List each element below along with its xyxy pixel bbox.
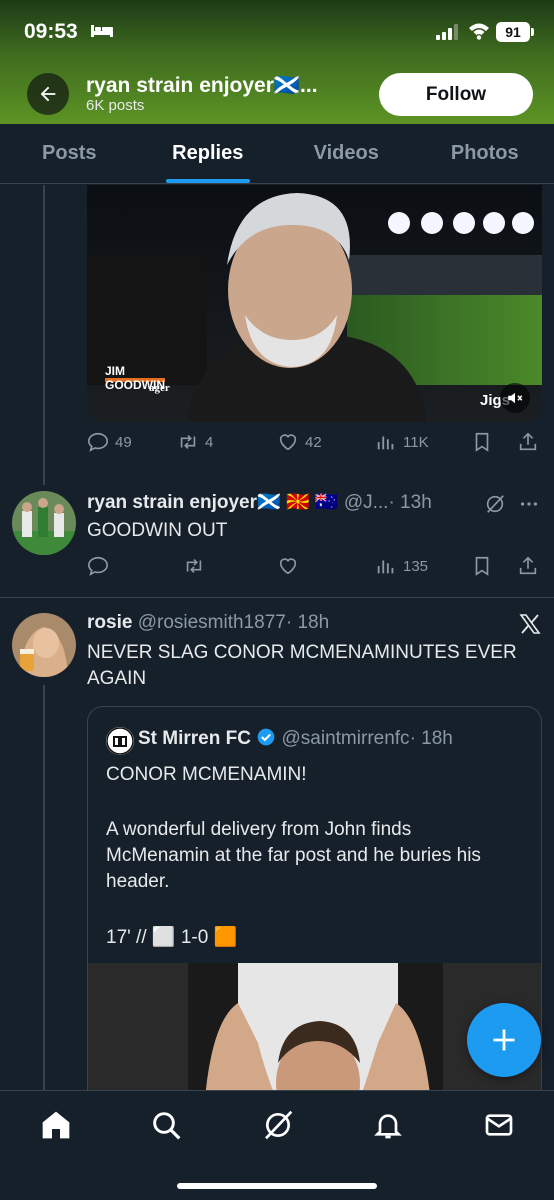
messages-envelope-icon[interactable] [483,1109,515,1141]
tab-label: Posts [42,142,97,164]
author-handle[interactable]: @J... [344,492,389,513]
reply-icon [88,432,108,452]
tweet-time[interactable]: · 13h [388,492,431,513]
heart-icon [279,558,297,575]
search-icon[interactable] [150,1109,182,1141]
share-icon [519,432,537,451]
tweet-time[interactable]: · 18h [286,612,329,633]
retweet-icon [180,434,196,450]
plus-icon [493,1029,515,1051]
author-handle[interactable]: @rosiesmith1877 [138,612,286,633]
more-options-icon[interactable] [518,493,540,515]
bookmark-button[interactable] [471,431,493,453]
tweet-text: GOODWIN OUT [87,520,228,541]
share-icon [519,556,537,575]
reply-button[interactable]: 49 [87,431,132,453]
profile-name: ryan strain enjoyer🏴󠁧󠁢󠁳󠁣󠁴󠁿... [86,74,318,97]
battery-level: 91 [496,22,530,42]
tab-posts[interactable]: Posts [0,124,139,183]
tweet-header: ryan strain enjoyer🏴󠁧󠁢󠁳󠁣󠁴󠁿 🇲🇰 🇦🇺 @J...· … [87,490,432,514]
tweet-actions: 49 4 42 11K [87,431,542,461]
wifi-icon [469,23,489,40]
share-button[interactable] [517,431,539,453]
tweet-divider [0,597,554,598]
views-count: 11K [403,433,429,451]
club-crest-icon [106,727,134,755]
reply-button[interactable] [87,555,109,577]
back-button[interactable] [27,73,69,115]
like-count: 42 [305,433,322,451]
thread-line [43,685,45,1100]
video-caption-role: ager [149,382,170,394]
quote-author-name: St Mirren FC [138,728,251,749]
views-button[interactable]: 11K [375,431,429,453]
status-time: 09:53 [24,20,78,43]
compose-post-button[interactable] [467,1003,541,1077]
speaker-muted-icon [508,392,523,404]
retweet-button[interactable] [183,555,205,577]
home-indicator [177,1183,377,1189]
heart-icon [279,434,297,451]
notifications-bell-icon[interactable] [372,1109,404,1141]
tab-label: Replies [172,142,244,164]
tab-label: Videos [313,142,379,164]
share-button[interactable] [517,555,539,577]
x-logo-icon [519,614,541,634]
avatar-image [12,613,76,677]
profile-tabs: Posts Replies Videos Photos [0,124,554,184]
avatar-image [12,491,76,555]
bookmark-button[interactable] [471,555,493,577]
post-count: 6K posts [86,97,145,114]
thread-line [43,185,45,485]
quote-author-handle: @saintmirrenfc [281,728,410,749]
verified-badge-icon [257,728,275,746]
views-icon [377,560,394,574]
like-button[interactable]: 42 [277,431,322,453]
grok-icon[interactable] [262,1109,294,1141]
views-count: 135 [403,557,429,575]
views-button[interactable]: 135 [375,555,428,577]
reply-icon [88,556,108,576]
quote-header: St Mirren FC @saintmirrenfc· 18h [138,727,453,750]
tweet-header: rosie @rosiesmith1877· 18h [87,612,329,634]
quote-text-line3: 17' // ⬜ 1-0 🟧 [106,927,238,948]
quote-text-line2: A wonderful delivery from John finds McM… [106,819,481,892]
like-button[interactable] [277,555,299,577]
author-name[interactable]: rosie [87,612,132,633]
quote-time: · 18h [409,728,453,749]
tab-videos[interactable]: Videos [277,124,416,183]
avatar[interactable] [12,613,76,677]
bookmark-icon [475,556,489,576]
home-icon[interactable] [40,1109,72,1141]
sleep-focus-icon [91,25,113,37]
status-bar: 09:53 91 [0,0,554,62]
grok-icon[interactable] [484,493,506,515]
timeline-feed: JIM GOODWIN ager Jigs 49 4 42 11K ryan s… [0,185,554,1100]
tab-label: Photos [450,142,519,164]
cellular-signal-icon [436,24,458,40]
author-name[interactable]: ryan strain enjoyer🏴󠁧󠁢󠁳󠁣󠁴󠁿 🇲🇰 🇦🇺 [87,492,339,513]
reply-count: 49 [115,433,132,451]
tab-replies[interactable]: Replies [139,124,278,183]
bookmark-icon [475,432,489,452]
quote-text-line1: CONOR MCMENAMIN! [106,764,307,785]
battery-tip [531,28,534,36]
tweet-text: NEVER SLAG CONOR MCMENAMINUTES EVER AGAI… [87,642,517,689]
profile-header: 09:53 91 ryan strain enjoyer🏴󠁧󠁢󠁳󠁣󠁴󠁿... [0,0,554,124]
arrow-left-icon [40,86,56,102]
avatar[interactable] [12,491,76,555]
retweet-count: 4 [205,433,214,451]
tab-photos[interactable]: Photos [416,124,554,183]
views-icon [377,436,394,450]
quote-avatar [106,727,134,755]
active-tab-indicator [165,179,250,183]
tweet-actions: 135 [87,555,542,585]
retweet-icon [186,558,202,574]
video-player[interactable]: JIM GOODWIN ager Jigs [87,185,542,422]
follow-button[interactable]: Follow [379,73,533,116]
retweet-button[interactable]: 4 [177,431,213,453]
mute-button[interactable] [500,383,530,413]
